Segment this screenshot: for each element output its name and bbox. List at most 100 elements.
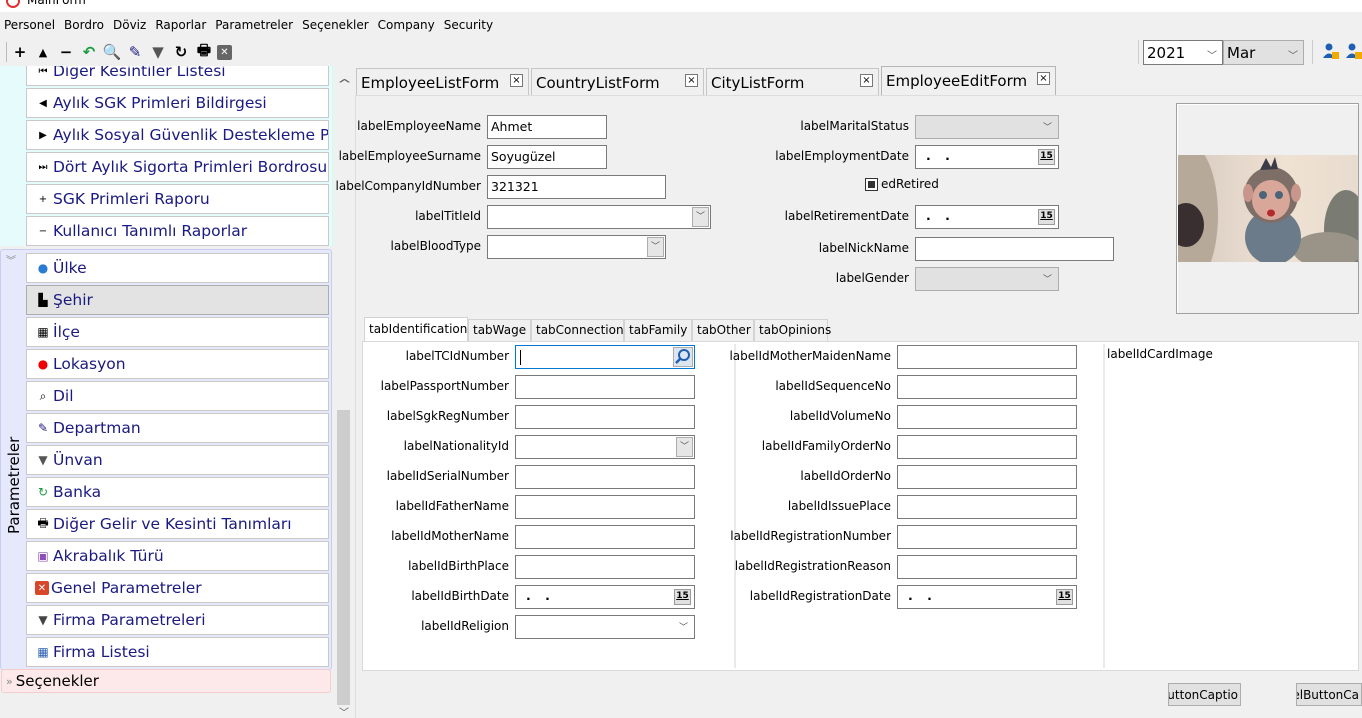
print-icon[interactable]: 🖶 bbox=[194, 41, 214, 62]
menu-company[interactable]: Company bbox=[378, 18, 435, 32]
labelsgkregnumber-input[interactable] bbox=[515, 405, 695, 429]
sidebar-item-genel-parametreler[interactable]: ✕ Genel Parametreler bbox=[26, 573, 329, 603]
labelidbirthplace-input[interactable] bbox=[515, 555, 695, 579]
sidebar-item-diger-kesintiler-listesi[interactable]: ⏮ Diğer Kesintiler Listesi bbox=[26, 66, 329, 86]
search-document-icon[interactable]: 🔍 bbox=[102, 42, 122, 62]
labelnationalityid-select[interactable]: ﹀ bbox=[515, 435, 695, 459]
user-lock-icon[interactable] bbox=[1322, 42, 1340, 60]
close-icon[interactable]: ✕ bbox=[217, 45, 232, 60]
ok-button[interactable]: :ButtonCaptio bbox=[1168, 683, 1241, 706]
labelretirementdate-date-picker[interactable]: . . 15 bbox=[915, 205, 1059, 229]
sidebar-item-firma-parametreleri[interactable]: ▼ Firma Parametreleri bbox=[26, 605, 329, 635]
options-group[interactable]: » Seçenekler bbox=[1, 669, 331, 693]
undo-icon[interactable]: ↶ bbox=[79, 42, 99, 62]
collapse-icon[interactable]: ︾ bbox=[6, 252, 16, 267]
labelnickname-input[interactable] bbox=[915, 237, 1114, 261]
sidebar-item-kullanici-tanimli-raporlar[interactable]: − Kullanıcı Tanımlı Raporlar bbox=[26, 216, 329, 246]
retired-checkbox[interactable]: edRetired bbox=[865, 177, 939, 191]
labelpassportnumber-input[interactable] bbox=[515, 375, 695, 399]
sidebar-item-firma-listesi[interactable]: ▦ Firma Listesi bbox=[26, 637, 329, 667]
tab-tabwage[interactable]: tabWage bbox=[468, 319, 531, 341]
tab-tabother[interactable]: tabOther bbox=[692, 319, 754, 341]
tab-tabfamily[interactable]: tabFamily bbox=[624, 319, 692, 341]
menu-raporlar[interactable]: Raporlar bbox=[155, 18, 206, 32]
move-up-icon[interactable]: ▲ bbox=[33, 42, 53, 62]
labelidserialnumber-input[interactable] bbox=[515, 465, 695, 489]
parameters-group-label[interactable]: Parametreler bbox=[5, 437, 23, 534]
labelidreligion-select[interactable]: ﹀ bbox=[515, 615, 695, 639]
sidebar-item-ilce[interactable]: ▦ İlçe bbox=[26, 317, 329, 347]
tab-close-icon[interactable]: × bbox=[860, 74, 873, 87]
sidebar-item-banka[interactable]: ↻ Banka bbox=[26, 477, 329, 507]
user-lock-icon[interactable] bbox=[1345, 42, 1362, 60]
sidebar-scrollbar[interactable]: ︿ ﹀ bbox=[335, 66, 352, 718]
filter-icon[interactable]: ▼ bbox=[148, 42, 168, 62]
labelidregistrationdate-date-picker[interactable]: . . 15 bbox=[897, 585, 1077, 609]
tab-tabidentification[interactable]: tabIdentification bbox=[364, 317, 468, 341]
tabs-scroll-icon[interactable]: ︿ bbox=[340, 70, 350, 85]
sidebar-item-sgk-primleri-raporu[interactable]: + SGK Primleri Raporu bbox=[26, 184, 329, 214]
tab-employeeeditform[interactable]: EmployeeEditForm × bbox=[881, 66, 1056, 95]
labeltcidnumber-input[interactable] bbox=[515, 345, 695, 369]
menu-secenekler[interactable]: Seçenekler bbox=[302, 18, 369, 32]
year-select[interactable]: 2021 ﹀ bbox=[1143, 40, 1223, 65]
sidebar-item-lokasyon[interactable]: ● Lokasyon bbox=[26, 349, 329, 379]
add-icon[interactable]: + bbox=[10, 42, 30, 62]
tab-tabopinions[interactable]: tabOpinions bbox=[754, 319, 831, 341]
remove-icon[interactable]: − bbox=[56, 42, 76, 62]
labelgender-select[interactable]: ﹀ bbox=[915, 267, 1059, 291]
sidebar-item-sehir[interactable]: ▙ Şehir bbox=[26, 285, 329, 315]
chevron-down-icon[interactable]: ﹀ bbox=[647, 237, 664, 257]
month-select[interactable]: Mar ﹀ bbox=[1223, 40, 1304, 65]
tab-tabconnection[interactable]: tabConnection bbox=[531, 319, 624, 341]
labeltitleid-select[interactable]: ﹀ bbox=[487, 205, 711, 229]
tab-employeelistform[interactable]: EmployeeListForm × bbox=[356, 68, 529, 95]
labelcompanyidnumber-input[interactable]: 321321 bbox=[487, 175, 666, 199]
chevron-down-icon[interactable]: ﹀ bbox=[1043, 272, 1052, 285]
labelemploymentdate-date-picker[interactable]: . . 15 bbox=[915, 145, 1059, 169]
tab-countrylistform[interactable]: CountryListForm × bbox=[531, 68, 704, 95]
labelidorderno-input[interactable] bbox=[897, 465, 1077, 489]
cancel-button[interactable]: celButtonCa bbox=[1296, 683, 1362, 706]
sidebar-item-aylik-sgk-primleri-bildirgesi[interactable]: ◀ Aylık SGK Primleri Bildirgesi bbox=[26, 88, 329, 118]
search-icon[interactable] bbox=[673, 347, 693, 367]
calendar-icon[interactable]: 15 bbox=[1056, 589, 1073, 605]
labelidregistrationreason-input[interactable] bbox=[897, 555, 1077, 579]
menu-personel[interactable]: Personel bbox=[4, 18, 55, 32]
menu-bordro[interactable]: Bordro bbox=[64, 18, 104, 32]
calendar-icon[interactable]: 15 bbox=[674, 589, 691, 605]
labelbloodtype-select[interactable]: ﹀ bbox=[487, 235, 666, 259]
labelidmothername-input[interactable] bbox=[515, 525, 695, 549]
chevron-down-icon[interactable]: ﹀ bbox=[679, 620, 688, 633]
sidebar-item-diger-gelir-ve-kesinti-tanimlari[interactable]: 🖶 Diğer Gelir ve Kesinti Tanımları bbox=[26, 509, 329, 539]
flashlight-icon[interactable]: ✎ bbox=[125, 42, 145, 62]
toolbar-grip[interactable] bbox=[6, 42, 8, 62]
sidebar-item-dort-aylik-sigorta-primleri-bordrosu[interactable]: ⏭ Dört Aylık Sigorta Primleri Bordrosu bbox=[26, 152, 329, 182]
labelmaritalstatus-select[interactable]: ﹀ bbox=[915, 115, 1059, 139]
chevron-down-icon[interactable]: ﹀ bbox=[692, 207, 709, 227]
labelidmothermaidenname-input[interactable] bbox=[897, 345, 1077, 369]
labelidregistrationnumber-input[interactable] bbox=[897, 525, 1077, 549]
tab-close-icon[interactable]: × bbox=[685, 74, 698, 87]
chevron-down-icon[interactable]: ﹀ bbox=[676, 437, 693, 457]
sidebar-item-unvan[interactable]: ▼ Ünvan bbox=[26, 445, 329, 475]
sidebar-item-akrabalik-turu[interactable]: ▣ Akrabalık Türü bbox=[26, 541, 329, 571]
tab-citylistform[interactable]: CityListForm × bbox=[706, 68, 879, 95]
sidebar-item-dil[interactable]: ⌕ Dil bbox=[26, 381, 329, 411]
scrollbar-thumb[interactable] bbox=[337, 410, 350, 705]
labelemployeesurname-input[interactable]: Soyugüzel bbox=[487, 145, 607, 169]
labelidfamilyorderno-input[interactable] bbox=[897, 435, 1077, 459]
menu-parametreler[interactable]: Parametreler bbox=[215, 18, 293, 32]
menu-doviz[interactable]: Döviz bbox=[113, 18, 146, 32]
labelidfathername-input[interactable] bbox=[515, 495, 695, 519]
menu-security[interactable]: Security bbox=[444, 18, 493, 32]
chevron-down-icon[interactable]: ﹀ bbox=[1043, 120, 1052, 133]
sidebar-item-aylik-sosyal-guvenlik-destekleme-pri[interactable]: ▶ Aylık Sosyal Güvenlik Destekleme Pri... bbox=[26, 120, 329, 150]
labelidsequenceno-input[interactable] bbox=[897, 375, 1077, 399]
scroll-down-icon[interactable]: ﹀ bbox=[339, 704, 349, 718]
labelemployeename-input[interactable]: Ahmet bbox=[487, 115, 607, 139]
calendar-icon[interactable]: 15 bbox=[1038, 149, 1055, 165]
labelidvolumeno-input[interactable] bbox=[897, 405, 1077, 429]
tab-close-icon[interactable]: × bbox=[510, 74, 523, 87]
sidebar-item-ulke[interactable]: ● Ülke bbox=[26, 253, 329, 283]
